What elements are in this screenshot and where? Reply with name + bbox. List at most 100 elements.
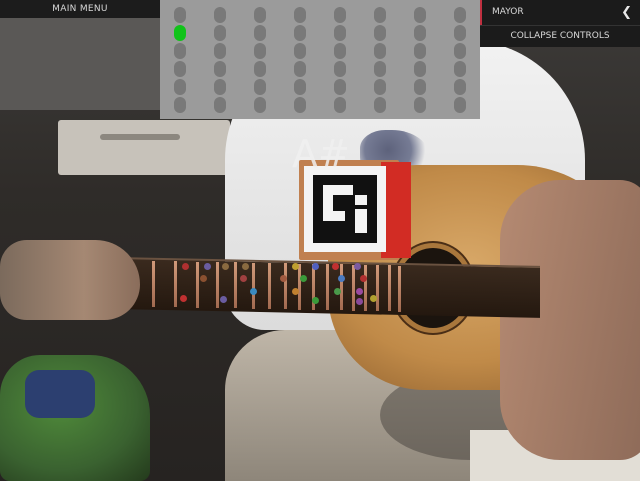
note-marker: [280, 275, 287, 282]
string-dot[interactable]: [294, 7, 306, 23]
note-marker: [312, 297, 319, 304]
string-dot[interactable]: [334, 97, 346, 113]
note-marker: [292, 288, 299, 295]
string-dot[interactable]: [254, 43, 266, 59]
fret-line: [326, 264, 329, 311]
note-marker: [180, 295, 187, 302]
note-marker: [240, 275, 247, 282]
string-dot[interactable]: [174, 61, 186, 77]
note-marker: [360, 275, 367, 282]
string-dot[interactable]: [374, 7, 386, 23]
fret-line: [376, 265, 379, 312]
string-dot[interactable]: [454, 79, 466, 95]
string-dot[interactable]: [454, 25, 466, 41]
chord-label: A#: [292, 132, 350, 176]
note-marker: [332, 263, 339, 270]
collapse-controls-button[interactable]: COLLAPSE CONTROLS: [480, 25, 640, 47]
note-marker: [204, 263, 211, 270]
string-dot[interactable]: [294, 25, 306, 41]
string-dot[interactable]: [414, 61, 426, 77]
string-dot[interactable]: [214, 7, 226, 23]
main-menu-button[interactable]: MAIN MENU: [0, 0, 160, 18]
fret-line: [234, 262, 237, 309]
fret-line: [364, 264, 367, 311]
note-marker: [312, 263, 319, 270]
fret-line: [216, 261, 219, 308]
player-left-hand: [0, 240, 140, 320]
string-dot[interactable]: [334, 25, 346, 41]
string-dot[interactable]: [334, 79, 346, 95]
chevron-left-icon[interactable]: ❮: [621, 0, 632, 25]
string-dot[interactable]: [294, 97, 306, 113]
string-dot[interactable]: [214, 79, 226, 95]
fret-line: [174, 261, 177, 308]
note-marker: [182, 263, 189, 270]
note-marker: [222, 263, 229, 270]
string-dot[interactable]: [374, 43, 386, 59]
string-selector-panel: [160, 0, 480, 119]
note-marker: [334, 288, 341, 295]
blue-object: [25, 370, 95, 418]
fret-line: [352, 264, 355, 311]
string-dot[interactable]: [454, 43, 466, 59]
tracking-marker-pattern: [313, 175, 377, 243]
fret-line: [388, 265, 391, 312]
note-marker: [250, 288, 257, 295]
note-marker: [356, 298, 363, 305]
string-dot[interactable]: [414, 97, 426, 113]
string-dot[interactable]: [294, 79, 306, 95]
string-dot[interactable]: [254, 7, 266, 23]
note-marker: [242, 263, 249, 270]
string-dot[interactable]: [454, 61, 466, 77]
note-marker: [292, 263, 299, 270]
fret-line: [196, 261, 199, 308]
string-dot[interactable]: [174, 43, 186, 59]
background-drawer: [58, 120, 230, 175]
string-dot[interactable]: [414, 7, 426, 23]
string-dot[interactable]: [254, 79, 266, 95]
note-marker: [300, 275, 307, 282]
string-dot[interactable]: [214, 97, 226, 113]
string-dot[interactable]: [254, 25, 266, 41]
string-dot[interactable]: [414, 43, 426, 59]
string-dot[interactable]: [174, 79, 186, 95]
fret-line: [340, 264, 343, 311]
note-marker: [200, 275, 207, 282]
note-marker: [338, 275, 345, 282]
string-dot[interactable]: [254, 61, 266, 77]
scale-selector[interactable]: MAYOR ❮: [480, 0, 640, 25]
note-marker: [354, 263, 361, 270]
string-dot[interactable]: [414, 79, 426, 95]
background-drawer-handle: [100, 134, 180, 140]
fret-line: [268, 262, 271, 309]
string-dot[interactable]: [374, 25, 386, 41]
string-dot[interactable]: [214, 25, 226, 41]
string-dot[interactable]: [214, 61, 226, 77]
note-marker: [370, 295, 377, 302]
string-dot[interactable]: [334, 61, 346, 77]
string-dot[interactable]: [214, 43, 226, 59]
string-dot[interactable]: [454, 97, 466, 113]
note-marker: [220, 296, 227, 303]
string-dot[interactable]: [374, 97, 386, 113]
string-dot[interactable]: [334, 43, 346, 59]
string-dot[interactable]: [294, 43, 306, 59]
fret-line: [398, 265, 401, 312]
scale-selector-label: MAYOR: [492, 7, 524, 17]
string-dot[interactable]: [374, 79, 386, 95]
fret-line: [152, 260, 155, 307]
fret-line: [252, 262, 255, 309]
note-marker: [356, 288, 363, 295]
string-dot[interactable]: [414, 25, 426, 41]
string-dot[interactable]: [334, 7, 346, 23]
fret-line: [298, 263, 301, 310]
string-dot-active[interactable]: [174, 25, 186, 41]
string-dot[interactable]: [174, 7, 186, 23]
fret-line: [284, 263, 287, 310]
player-right-arm: [500, 180, 640, 460]
string-dot[interactable]: [454, 7, 466, 23]
string-dot[interactable]: [374, 61, 386, 77]
string-dot[interactable]: [254, 97, 266, 113]
string-dot[interactable]: [174, 97, 186, 113]
string-dot[interactable]: [294, 61, 306, 77]
